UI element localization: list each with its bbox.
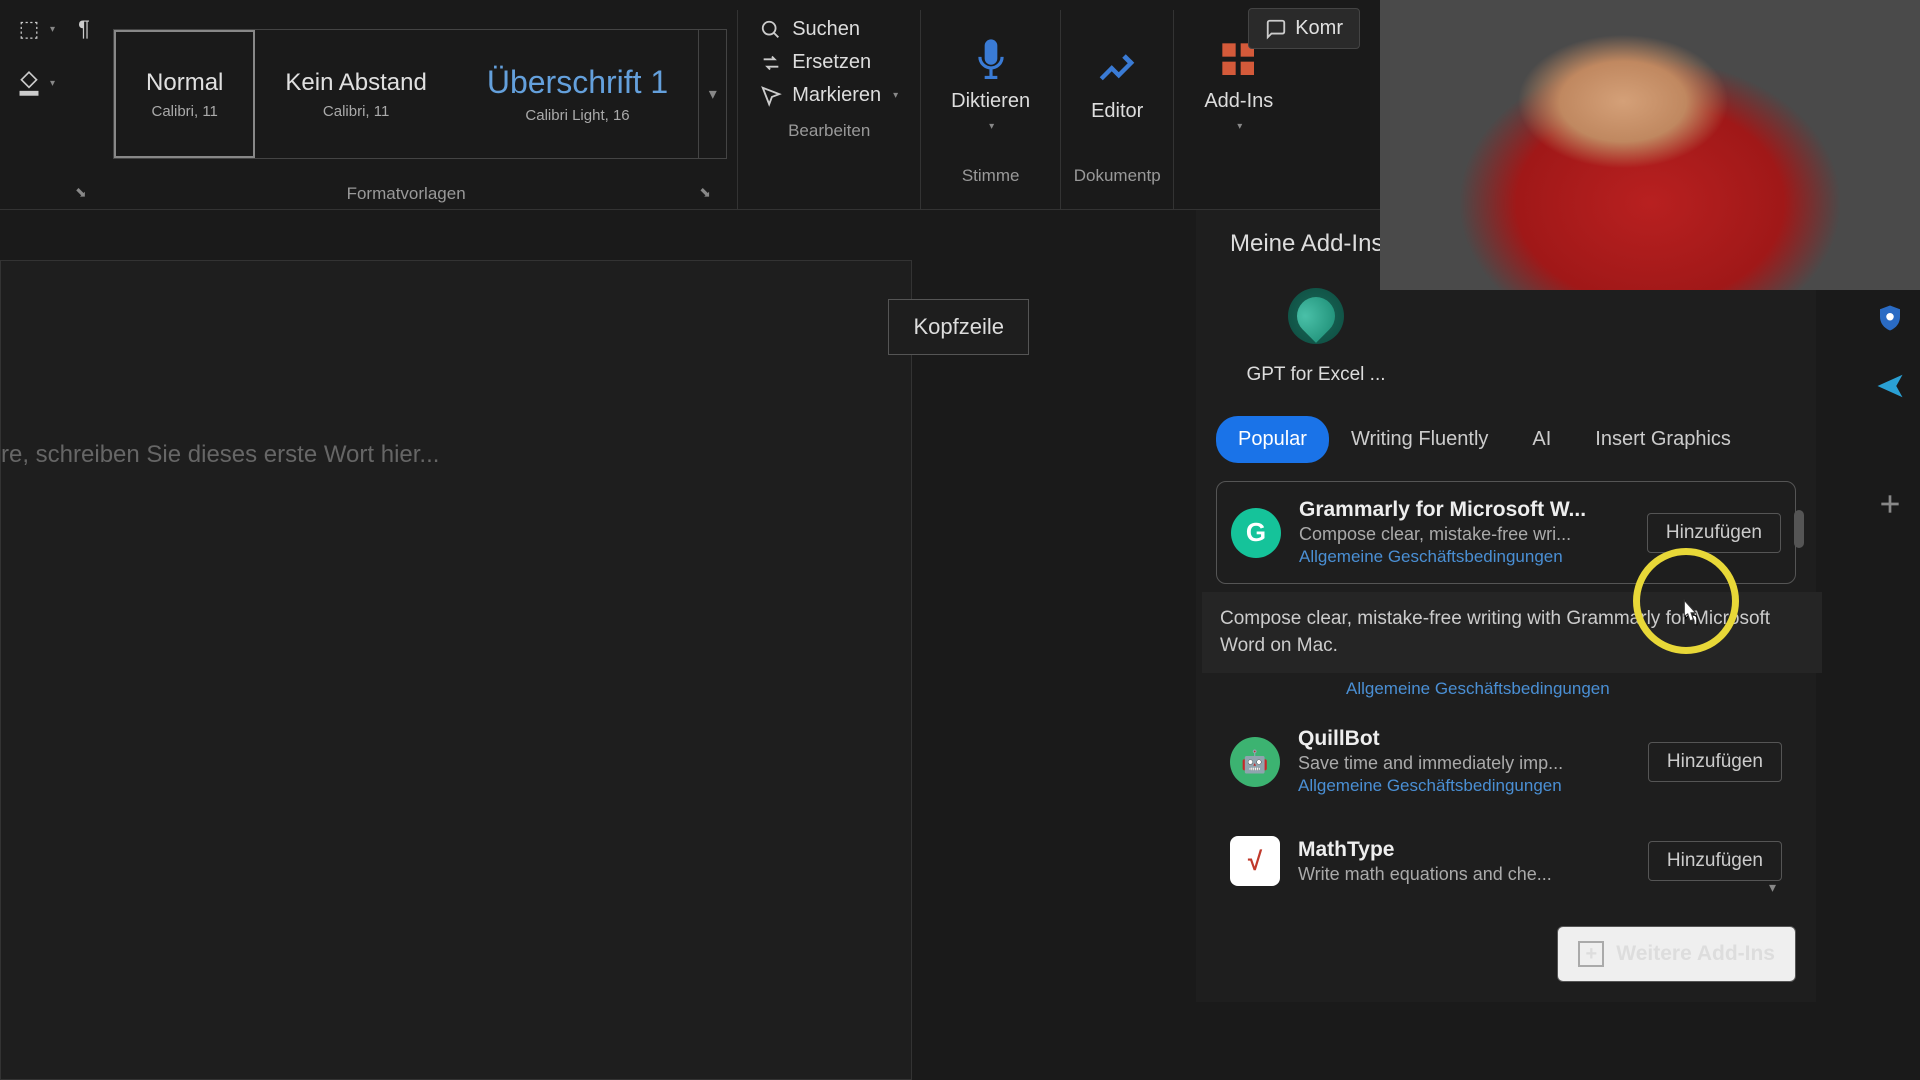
chevron-down-icon[interactable]: ▾ (1769, 879, 1776, 896)
grammarly-icon: G (1231, 508, 1281, 558)
tab-writing-fluently[interactable]: Writing Fluently (1329, 416, 1510, 463)
doc-group-label: Dokumentp (1074, 160, 1161, 192)
paragraph-marks-icon[interactable]: ¶ (65, 10, 103, 48)
plus-icon: + (1578, 941, 1604, 967)
addin-name: QuillBot (1298, 727, 1630, 751)
webcam-person (1380, 0, 1920, 290)
header-button[interactable]: Kopfzeile (888, 299, 1029, 355)
document-canvas[interactable]: re, schreiben Sie dieses erste Wort hier… (0, 260, 912, 1080)
dictate-button[interactable]: Diktieren ▾ (931, 10, 1050, 160)
cursor-select-icon (760, 85, 782, 107)
my-addin-gpt-excel[interactable]: GPT for Excel ... (1246, 288, 1386, 386)
tab-insert-graphics[interactable]: Insert Graphics (1573, 416, 1753, 463)
addin-terms-link[interactable]: Allgemeine Geschäftsbedingungen (1299, 547, 1629, 567)
send-icon[interactable] (1872, 368, 1908, 404)
more-addins-button[interactable]: + Weitere Add-Ins (1557, 926, 1796, 982)
comments-label: Komr (1295, 17, 1343, 40)
addin-desc: Compose clear, mistake-free wri... (1299, 524, 1629, 545)
style-no-spacing[interactable]: Kein Abstand Calibri, 11 (255, 30, 456, 158)
shading-icon[interactable] (10, 64, 48, 102)
addin-item-mathtype[interactable]: √ MathType Write math equations and che.… (1216, 820, 1796, 902)
comments-button[interactable]: Komr (1248, 8, 1360, 49)
addin-desc: Save time and immediately imp... (1298, 753, 1630, 774)
addin-item-quillbot[interactable]: 🤖 QuillBot Save time and immediately imp… (1216, 711, 1796, 812)
edit-group-label: Bearbeiten (788, 115, 870, 147)
style-normal[interactable]: Normal Calibri, 11 (114, 30, 255, 158)
add-grammarly-button[interactable]: Hinzufügen (1647, 513, 1781, 553)
addin-desc: Write math equations and che... (1298, 864, 1630, 885)
addin-name: Grammarly for Microsoft W... (1299, 498, 1629, 522)
add-panel-icon[interactable] (1872, 486, 1908, 522)
addin-tabs: Popular Writing Fluently AI Insert Graph… (1216, 416, 1796, 463)
search-button[interactable]: Suchen (760, 18, 898, 41)
addin-name: MathType (1298, 838, 1630, 862)
gpt-excel-icon (1288, 288, 1344, 344)
styles-group-label: Formatvorlagen (113, 178, 699, 210)
styles-expand-button[interactable]: ▾ (698, 30, 726, 158)
tooltip-terms-link[interactable]: Allgemeine Geschäftsbedingungen (1216, 679, 1796, 699)
addin-terms-link[interactable]: Allgemeine Geschäftsbedingungen (1298, 776, 1630, 796)
add-mathtype-button[interactable]: Hinzufügen (1648, 841, 1782, 881)
addin-tooltip: Compose clear, mistake-free writing with… (1202, 592, 1822, 673)
replace-button[interactable]: Ersetzen (760, 51, 898, 74)
addins-panel: Meine Add-Ins GPT for Excel ... Popular … (1196, 210, 1816, 1002)
mathtype-icon: √ (1230, 836, 1280, 886)
right-sidebar (1860, 290, 1920, 522)
chevron-down-icon: ▾ (709, 84, 717, 104)
voice-group-label: Stimme (962, 160, 1020, 192)
webcam-overlay (1380, 0, 1920, 290)
search-icon (760, 19, 782, 41)
placeholder-text: re, schreiben Sie dieses erste Wort hier… (1, 441, 439, 469)
tab-ai[interactable]: AI (1510, 416, 1573, 463)
comment-icon (1265, 18, 1287, 40)
tab-popular[interactable]: Popular (1216, 416, 1329, 463)
add-quillbot-button[interactable]: Hinzufügen (1648, 742, 1782, 782)
clear-formatting-icon[interactable]: ⬚ (10, 10, 48, 48)
addin-item-grammarly[interactable]: G Grammarly for Microsoft W... Compose c… (1216, 481, 1796, 584)
editor-button[interactable]: Editor (1071, 10, 1163, 160)
select-button[interactable]: Markieren ▾ (760, 84, 898, 107)
shield-icon[interactable] (1872, 300, 1908, 336)
quillbot-icon: 🤖 (1230, 737, 1280, 787)
microphone-icon (969, 38, 1013, 82)
editor-icon (1095, 48, 1139, 92)
replace-icon (760, 52, 782, 74)
paragraph-launcher-icon[interactable]: ⬊ (75, 184, 97, 206)
styles-gallery: Normal Calibri, 11 Kein Abstand Calibri,… (113, 29, 727, 159)
style-heading-1[interactable]: Überschrift 1 Calibri Light, 16 (457, 30, 698, 158)
styles-launcher-icon[interactable]: ⬊ (699, 184, 721, 206)
